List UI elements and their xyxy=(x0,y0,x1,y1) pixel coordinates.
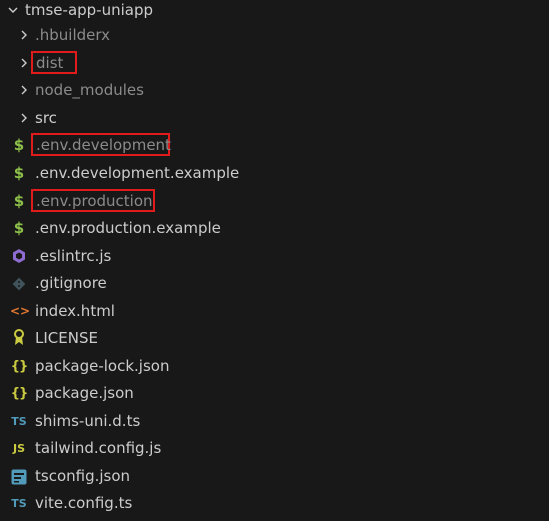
file-row[interactable]: {} package.json xyxy=(0,380,549,407)
eslint-icon xyxy=(10,243,28,270)
file-row[interactable]: TS shims-uni.d.ts xyxy=(0,408,549,435)
javascript-icon: JS xyxy=(12,442,25,455)
file-label: .eslintrc.js xyxy=(35,247,112,265)
file-row[interactable]: <> index.html xyxy=(0,298,549,325)
file-explorer: tmse-app-uniapp .hbuilderx dist node_mod… xyxy=(0,0,549,521)
json-braces-icon: {} xyxy=(10,386,29,401)
file-row[interactable]: $ .env.production.example xyxy=(0,215,549,242)
file-row[interactable]: .eslintrc.js xyxy=(0,243,549,270)
license-icon xyxy=(10,325,28,352)
git-icon xyxy=(10,270,28,297)
file-label: shims-uni.d.ts xyxy=(35,412,141,430)
folder-label: dist xyxy=(36,54,64,72)
chevron-right-icon[interactable] xyxy=(17,50,31,77)
file-label: package.json xyxy=(35,384,134,402)
typescript-icon: TS xyxy=(11,497,27,510)
file-label: .env.development xyxy=(36,136,171,154)
typescript-icon: TS xyxy=(11,415,27,428)
file-label: tailwind.config.js xyxy=(35,439,162,457)
file-row[interactable]: TS vite.config.ts xyxy=(0,490,549,517)
dollar-icon: $ xyxy=(13,164,25,182)
file-row[interactable]: $ .env.production xyxy=(0,188,549,215)
file-row[interactable]: $ .env.development xyxy=(0,132,549,159)
file-label: .env.production xyxy=(36,192,153,210)
folder-hbuilderx[interactable]: .hbuilderx xyxy=(0,22,549,49)
json-braces-icon: {} xyxy=(10,359,29,374)
file-label: .env.development.example xyxy=(35,164,240,182)
file-row[interactable]: LICENSE xyxy=(0,325,549,352)
file-label: tsconfig.json xyxy=(35,467,131,485)
folder-dist[interactable]: dist xyxy=(0,50,549,77)
dollar-icon: $ xyxy=(13,136,25,154)
file-label: package-lock.json xyxy=(35,357,170,375)
html-icon: <> xyxy=(10,304,31,318)
dollar-icon: $ xyxy=(13,219,25,237)
dollar-icon: $ xyxy=(13,192,25,210)
file-row[interactable]: $ .env.development.example xyxy=(0,160,549,187)
file-label: vite.config.ts xyxy=(35,494,133,512)
folder-label: .hbuilderx xyxy=(35,26,111,44)
file-row[interactable]: .gitignore xyxy=(0,270,549,297)
file-row[interactable]: tsconfig.json xyxy=(0,463,549,490)
file-label: index.html xyxy=(35,302,115,320)
folder-label: src xyxy=(35,109,57,127)
folder-node-modules[interactable]: node_modules xyxy=(0,77,549,104)
chevron-right-icon[interactable] xyxy=(17,77,31,104)
file-label: LICENSE xyxy=(35,329,98,347)
file-row[interactable]: JS tailwind.config.js xyxy=(0,435,549,462)
root-folder-label: tmse-app-uniapp xyxy=(25,1,154,19)
file-row[interactable]: {} package-lock.json xyxy=(0,353,549,380)
chevron-right-icon[interactable] xyxy=(17,22,31,49)
chevron-down-icon[interactable] xyxy=(6,0,20,24)
tsconfig-icon xyxy=(10,463,28,490)
explorer-root-folder[interactable]: tmse-app-uniapp xyxy=(0,0,549,24)
folder-label: node_modules xyxy=(35,81,144,99)
file-label: .gitignore xyxy=(35,274,107,292)
file-label: .env.production.example xyxy=(35,219,221,237)
folder-src[interactable]: src xyxy=(0,105,549,132)
chevron-right-icon[interactable] xyxy=(17,105,31,132)
